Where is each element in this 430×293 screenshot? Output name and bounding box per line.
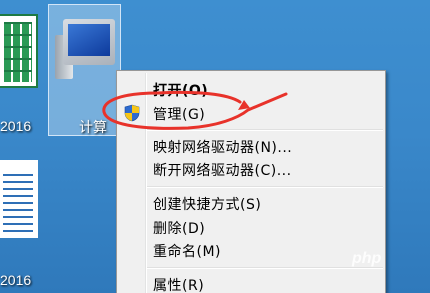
word-shortcut-label[interactable]: 2016: [0, 272, 31, 288]
excel-grid-icon: [4, 22, 32, 82]
word-lines-icon: [3, 174, 33, 232]
menu-item-rename[interactable]: 重命名(M): [153, 241, 221, 261]
word-shortcut-icon[interactable]: [0, 160, 38, 238]
excel-shortcut-label[interactable]: 2016: [0, 118, 31, 134]
monitor-screen: [68, 24, 110, 56]
watermark-logo: php: [352, 250, 382, 267]
menu-separator: [147, 267, 383, 269]
menu-item-properties[interactable]: 属性(R): [153, 275, 204, 293]
menu-item-disconnect-network-drive[interactable]: 断开网络驱动器(C)...: [153, 160, 292, 180]
menu-item-create-shortcut[interactable]: 创建快捷方式(S): [153, 194, 261, 214]
computer-monitor-icon: [63, 19, 115, 65]
menu-separator: [147, 186, 383, 188]
menu-item-map-network-drive[interactable]: 映射网络驱动器(N)...: [153, 137, 292, 157]
menu-item-delete[interactable]: 删除(D): [153, 218, 205, 238]
highlight-annotation: [102, 90, 288, 130]
excel-shortcut-icon[interactable]: [0, 14, 38, 88]
